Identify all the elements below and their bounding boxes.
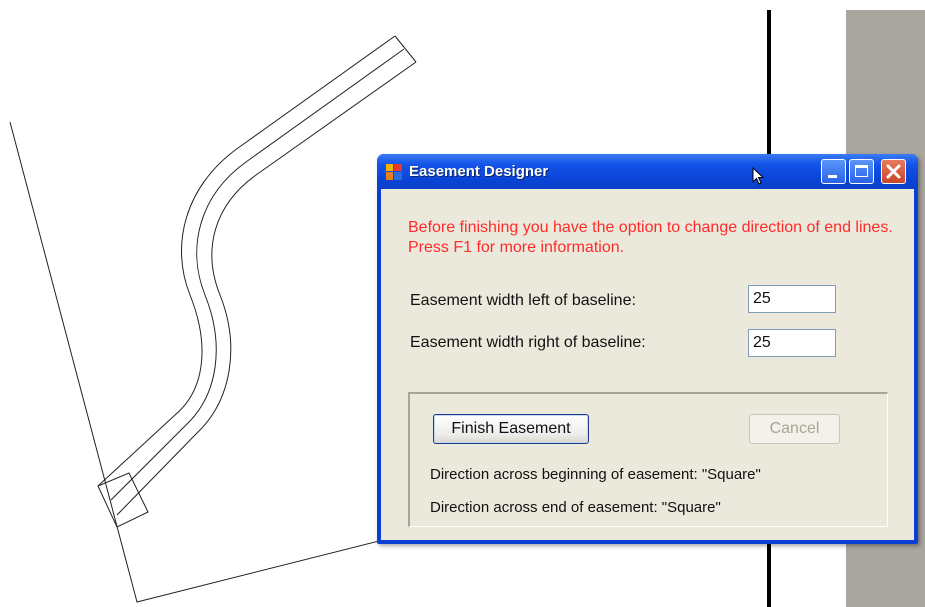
width-right-label: Easement width right of baseline: [410,334,646,351]
easement-end-cap [394,35,417,63]
easement-designer-dialog: Easement Designer Before finishing you h… [377,154,918,544]
close-button[interactable] [881,159,906,184]
width-left-input[interactable] [748,285,836,313]
finish-easement-button[interactable]: Finish Easement [433,414,589,444]
finish-group-box: Finish Easement Cancel Direction across … [408,392,888,527]
maximize-icon [855,165,868,177]
begin-direction-status: Direction across beginning of easement: … [430,466,761,483]
cancel-button[interactable]: Cancel [749,414,840,444]
app-icon [386,164,402,180]
easement-baseline [110,48,405,501]
easement-edge-outer [97,35,396,487]
close-icon [886,164,901,179]
end-direction-status: Direction across end of easement: "Squar… [430,499,721,516]
title-bar[interactable]: Easement Designer [377,154,918,189]
maximize-button[interactable] [849,159,874,184]
mouse-pointer-icon [752,167,764,185]
minimize-icon [828,175,837,178]
dialog-body: Before finishing you have the option to … [381,189,914,540]
info-message: Before finishing you have the option to … [408,219,893,256]
easement-edge-inner [116,61,417,516]
width-left-label: Easement width left of baseline: [410,292,636,309]
window-title: Easement Designer [409,163,549,180]
minimize-button[interactable] [821,159,846,184]
width-right-input[interactable] [748,329,836,357]
